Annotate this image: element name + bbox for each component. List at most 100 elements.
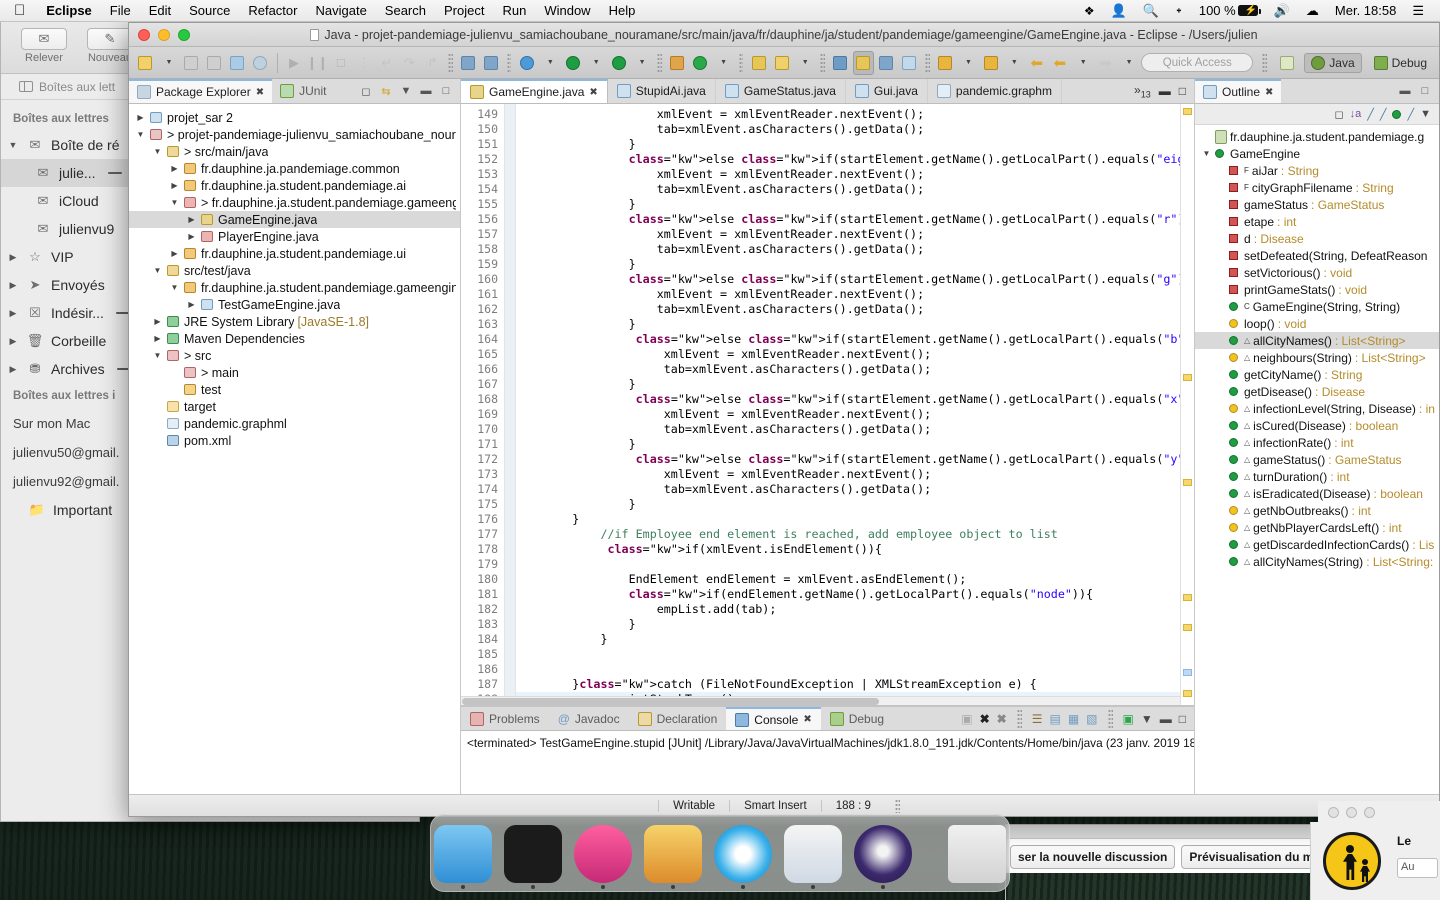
pin-console-icon[interactable]: ▦ <box>1068 712 1079 726</box>
disclosure-triangle-icon[interactable]: ▼ <box>169 283 180 292</box>
disclosure-triangle-icon[interactable]: ▶ <box>152 317 163 326</box>
tree-item[interactable]: ▶ JRE System Library [JavaSE-1.8] <box>129 313 460 330</box>
disclosure-triangle-icon[interactable]: ▼ <box>152 266 163 275</box>
step-return-button[interactable]: ↱ <box>422 51 443 75</box>
new-wizard-button[interactable] <box>135 51 156 75</box>
notification-center-icon[interactable]: ☰ <box>1404 3 1432 19</box>
console-output[interactable]: <terminated> TestGameEngine.stupid [JUni… <box>461 731 1194 794</box>
code-line[interactable]: xmlEvent = xmlEventReader.nextEvent(); <box>516 407 1180 422</box>
dropbox-icon[interactable]: ❖ <box>1076 4 1103 18</box>
disclosure-triangle-icon[interactable]: ▶ <box>169 249 180 258</box>
hide-local-types-icon[interactable]: ╱ <box>1407 108 1414 121</box>
disclosure-triangle-icon[interactable]: ▶ <box>186 232 197 241</box>
disclosure-triangle-icon[interactable]: ▶ <box>152 334 163 343</box>
menu-search[interactable]: Search <box>376 3 435 18</box>
code-line[interactable]: xmlEvent = xmlEventReader.nextEvent(); <box>516 167 1180 182</box>
new-java-project-button[interactable] <box>667 51 688 75</box>
code-text[interactable]: xmlEvent = xmlEventReader.nextEvent(); t… <box>516 104 1180 705</box>
menu-file[interactable]: File <box>101 3 140 18</box>
disclosure-triangle-icon[interactable]: ▶ <box>7 336 19 347</box>
toggle-block-selection-button[interactable] <box>876 51 897 75</box>
package-explorer-panel[interactable]: Package Explorer ✖ JUnit ◻ ⇆ ▼ ▬ □ ▶ proj… <box>129 79 461 794</box>
outline-item[interactable]: △ gameStatus() : GameStatus <box>1195 451 1439 468</box>
previous-annotation-button[interactable] <box>980 51 1001 75</box>
collapse-all-icon[interactable]: ◻ <box>359 84 373 98</box>
new-discussion-button[interactable]: ser la nouvelle discussion <box>1010 845 1176 869</box>
warning-marker[interactable] <box>1183 479 1192 486</box>
mail-get-mail-button[interactable]: ✉ Relever <box>11 28 77 64</box>
outline-item[interactable]: ▼ GameEngine <box>1195 145 1439 162</box>
code-line[interactable]: tab=xmlEvent.asCharacters().getData(); <box>516 182 1180 197</box>
menu-window[interactable]: Window <box>535 3 599 18</box>
tree-item[interactable]: ▼ src/test/java <box>129 262 460 279</box>
terminate-button[interactable]: □ <box>330 51 351 75</box>
back-dropdown[interactable]: ▼ <box>1072 51 1093 75</box>
tab-problems[interactable]: Problems <box>461 707 549 730</box>
warning-marker[interactable] <box>1183 594 1192 601</box>
code-line[interactable] <box>516 557 1180 572</box>
new-package-dropdown[interactable]: ▼ <box>713 51 734 75</box>
sort-icon[interactable]: ↓a <box>1350 108 1362 120</box>
code-line[interactable] <box>516 647 1180 662</box>
code-line[interactable]: class="kw">else class="kw">if(startEleme… <box>516 392 1180 407</box>
console-tabbar[interactable]: Problems @ Javadoc Declaration Console ✖ <box>461 706 1194 731</box>
tree-item[interactable]: ▶ GameEngine.java <box>129 211 460 228</box>
outline-item[interactable]: setVictorious() : void <box>1195 264 1439 281</box>
minimize-icon[interactable]: ▬ <box>1160 712 1172 726</box>
tree-item[interactable]: ▼ > src <box>129 347 460 364</box>
outline-item[interactable]: △ neighbours(String) : List<String> <box>1195 349 1439 366</box>
code-line[interactable]: } <box>516 497 1180 512</box>
new-task-button[interactable] <box>481 51 502 75</box>
eclipse-titlebar[interactable]: Java - projet-pandemiage-julienvu_samiac… <box>129 23 1439 47</box>
disclosure-triangle-icon[interactable]: ▼ <box>1201 149 1212 158</box>
show-whitespace-button[interactable] <box>899 51 920 75</box>
disclosure-triangle-icon[interactable]: ▼ <box>135 130 146 139</box>
code-line[interactable]: } <box>516 632 1180 647</box>
dock-item-safari[interactable] <box>714 825 772 889</box>
editor-area[interactable]: GameEngine.java ✖ StupidAi.java GameStat… <box>461 79 1194 794</box>
terminate-icon[interactable]: ✖ <box>980 712 990 726</box>
code-editor[interactable]: 149 150 151 152 153 154 155 156 157 158 159 160 161 1… <box>461 104 1194 706</box>
mac-dock[interactable] <box>430 814 1010 892</box>
minimize-icon[interactable]: ▬ <box>1398 84 1412 98</box>
menu-run[interactable]: Run <box>493 3 535 18</box>
outline-item[interactable]: FcityGraphFilename : String <box>1195 179 1439 196</box>
outline-item[interactable]: △ infectionLevel(String, Disease) : in <box>1195 400 1439 417</box>
tree-item[interactable]: ▶ projet_sar 2 <box>129 109 460 126</box>
menu-eclipse[interactable]: Eclipse <box>37 3 101 18</box>
tree-item[interactable]: pom.xml <box>129 432 460 449</box>
spotlight-search-icon[interactable]: 🔍 <box>1135 3 1167 19</box>
code-line[interactable]: EndElement endElement = xmlEvent.asEndEl… <box>516 572 1180 587</box>
next-annotation-button[interactable] <box>935 51 956 75</box>
code-line[interactable]: class="kw">else class="kw">if(startEleme… <box>516 212 1180 227</box>
close-icon[interactable]: ✖ <box>256 87 264 98</box>
outline-item[interactable]: FaiJar : String <box>1195 162 1439 179</box>
statusbar-grip[interactable] <box>894 798 900 813</box>
outline-item[interactable]: getCityName() : String <box>1195 366 1439 383</box>
skip-all-breakpoints-button[interactable] <box>250 51 271 75</box>
collapse-all-icon[interactable]: ◻ <box>1334 108 1343 121</box>
apple-logo-icon[interactable]:  <box>0 3 37 18</box>
background-browser-window[interactable]: ser la nouvelle discussion Prévisualisat… <box>1005 824 1335 900</box>
menu-edit[interactable]: Edit <box>140 3 180 18</box>
next-annotation-dropdown[interactable]: ▼ <box>958 51 979 75</box>
code-line[interactable]: } <box>516 377 1180 392</box>
outline-item[interactable]: △ isEradicated(Disease) : boolean <box>1195 485 1439 502</box>
maximize-icon[interactable]: □ <box>1418 84 1432 98</box>
save-button[interactable] <box>181 51 202 75</box>
outline-item[interactable]: printGameStats() : void <box>1195 281 1439 298</box>
tree-item[interactable]: ▶ fr.dauphine.ja.student.pandemiage.ai <box>129 177 460 194</box>
display-selected-console-icon[interactable]: ▧ <box>1086 712 1097 726</box>
new-package-button[interactable] <box>690 51 711 75</box>
code-line[interactable]: } <box>516 257 1180 272</box>
menu-navigate[interactable]: Navigate <box>306 3 375 18</box>
toggle-mark-occurrences-button[interactable] <box>852 50 874 75</box>
tab-junit[interactable]: JUnit <box>272 79 334 103</box>
tree-item[interactable]: ▼ > fr.dauphine.ja.student.pandemiage.gam… <box>129 194 460 211</box>
occurrence-marker[interactable] <box>1183 669 1192 676</box>
menu-help[interactable]: Help <box>600 3 645 18</box>
tree-item[interactable]: ▶ PlayerEngine.java <box>129 228 460 245</box>
scroll-lock-icon[interactable]: ▣ <box>961 712 972 726</box>
code-line[interactable]: } <box>516 137 1180 152</box>
open-task-button[interactable] <box>458 51 479 75</box>
